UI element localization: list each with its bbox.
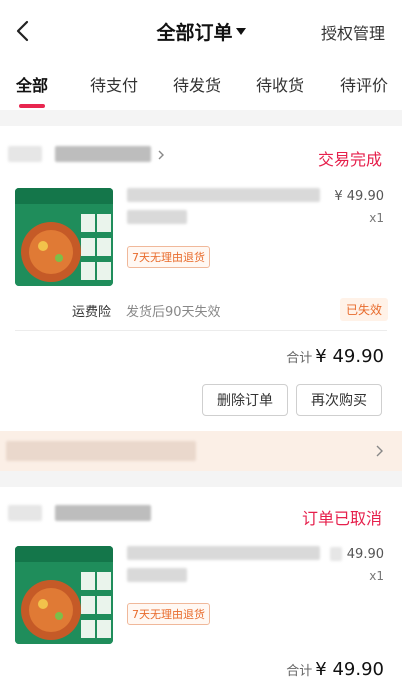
chevron-right-icon (158, 150, 164, 160)
order-total: 合计 ¥ 49.90 (286, 346, 384, 367)
product-title-redacted (127, 568, 187, 582)
item-quantity: x1 (369, 569, 384, 583)
product-thumbnail[interactable] (15, 188, 113, 286)
top-bar: 全部订单 授权管理 (0, 0, 402, 62)
divider (15, 330, 387, 331)
freight-status-badge: 已失效 (339, 298, 388, 321)
caret-down-icon (235, 28, 246, 35)
return-policy-badge: 7天无理由退货 (127, 603, 210, 625)
freight-insurance-desc: 发货后90天失效 (126, 305, 221, 320)
order-tabs: 全部 待支付 待发货 待收货 待评价 (0, 62, 402, 110)
shop-avatar-redacted (8, 146, 42, 162)
tab-pending-shipment[interactable]: 待发货 (173, 72, 221, 96)
rebuy-button[interactable]: 再次购买 (296, 384, 382, 416)
shop-avatar-redacted (8, 505, 42, 521)
delete-order-button[interactable]: 删除订单 (202, 384, 288, 416)
product-thumbnail[interactable] (15, 546, 113, 644)
order-total: 合计 ¥ 49.90 (286, 659, 384, 680)
price-prefix-redacted (330, 547, 342, 561)
order-card: 订单已取消 49.90 x1 7天无理由退货 合计 ¥ 49.90 (0, 487, 402, 683)
order-status: 订单已取消 (301, 509, 382, 528)
order-card: 交易完成 ¥ 49.90 x1 7天无理由退货 运费险 发货后90天失效 已失效… (0, 126, 402, 471)
item-price: ¥ 49.90 (334, 189, 384, 204)
tab-pending-receipt[interactable]: 待收货 (256, 72, 304, 96)
tab-pending-review[interactable]: 待评价 (340, 72, 388, 96)
order-status: 交易完成 (317, 150, 382, 169)
item-price: 49.90 (346, 547, 384, 562)
product-title-redacted (127, 188, 320, 202)
product-title-redacted (127, 546, 320, 560)
total-label: 合计 (286, 664, 313, 679)
total-label: 合计 (286, 351, 313, 366)
auth-management-link[interactable]: 授权管理 (321, 20, 385, 44)
return-policy-badge: 7天无理由退货 (127, 246, 210, 268)
chevron-right-icon (376, 445, 383, 457)
total-amount: ¥ 49.90 (315, 346, 384, 367)
page-title: 全部订单 (156, 22, 233, 44)
product-title-redacted (127, 210, 187, 224)
total-amount: ¥ 49.90 (315, 659, 384, 680)
shop-name-redacted (55, 505, 151, 521)
active-tab-indicator (19, 104, 45, 108)
item-quantity: x1 (369, 211, 384, 225)
product-image-icon (15, 546, 113, 644)
freight-insurance-label: 运费险 (72, 305, 112, 320)
promo-banner[interactable] (0, 431, 402, 471)
tab-all[interactable]: 全部 (16, 72, 48, 96)
product-image-icon (15, 188, 113, 286)
tab-pending-payment[interactable]: 待支付 (90, 72, 138, 96)
shop-name-redacted (55, 146, 151, 162)
promo-text-redacted (6, 441, 196, 461)
